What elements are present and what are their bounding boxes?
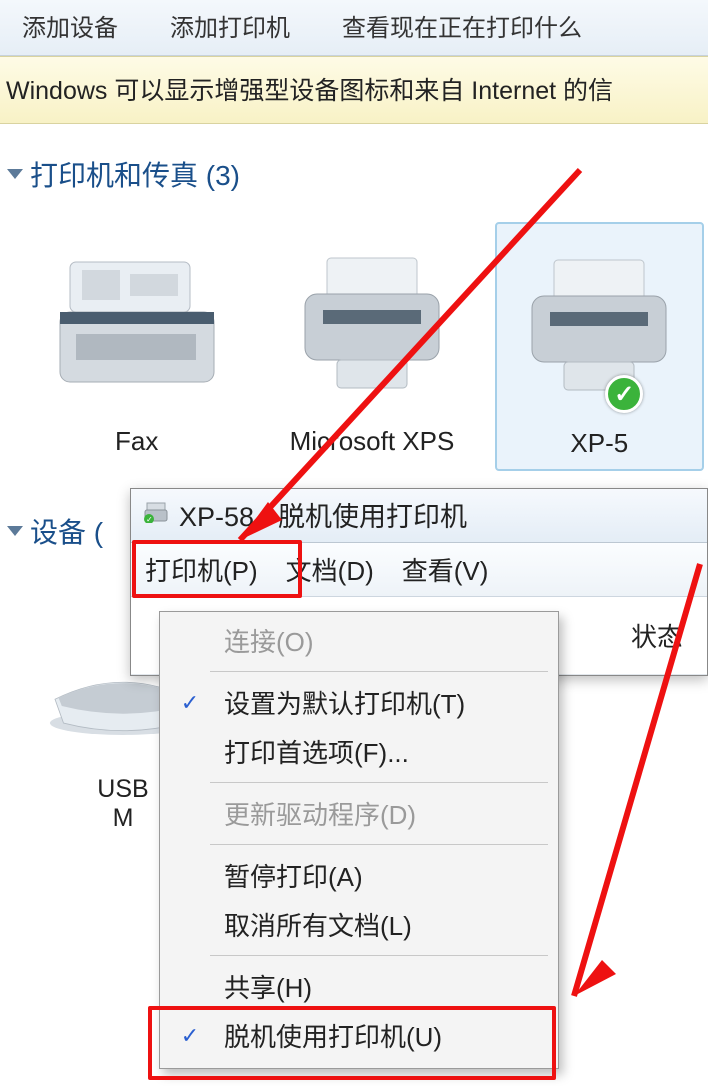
toolbar-add-printer[interactable]: 添加打印机 [170,8,290,43]
toolbar-view-queue[interactable]: 查看现在正在打印什么 [342,8,582,43]
dd-pause[interactable]: 暂停打印(A) [162,851,556,900]
section-devices-title: 设备 ( [30,511,103,551]
dd-connect: 连接(O) [162,616,556,665]
toolbar: 添加设备 添加打印机 查看现在正在打印什么 [0,0,708,56]
toolbar-add-device[interactable]: 添加设备 [22,8,118,43]
svg-text:✓: ✓ [146,515,153,523]
dd-update-driver: 更新驱动程序(D) [162,789,556,838]
dd-share[interactable]: 共享(H) [162,962,556,1011]
printer-small-icon: ✓ [143,499,169,530]
notice-bar: Windows 可以显示增强型设备图标和来自 Internet 的信 [0,56,708,124]
dd-preferences[interactable]: 打印首选项(F)... [162,727,556,776]
annotation-box-use-offline [148,1006,556,1080]
dd-set-default[interactable]: ✓设置为默认打印机(T) [162,678,556,727]
annotation-arrow-1 [180,160,600,560]
collapse-triangle-icon [7,526,23,536]
default-check-icon: ✓ [605,375,643,413]
check-icon: ✓ [170,690,210,716]
collapse-triangle-icon [7,169,23,179]
dd-cancel-all[interactable]: 取消所有文档(L) [162,900,556,949]
printer-dropdown: 连接(O) ✓设置为默认打印机(T) 打印首选项(F)... 更新驱动程序(D)… [159,611,559,1069]
annotation-arrow-2 [520,556,708,1026]
